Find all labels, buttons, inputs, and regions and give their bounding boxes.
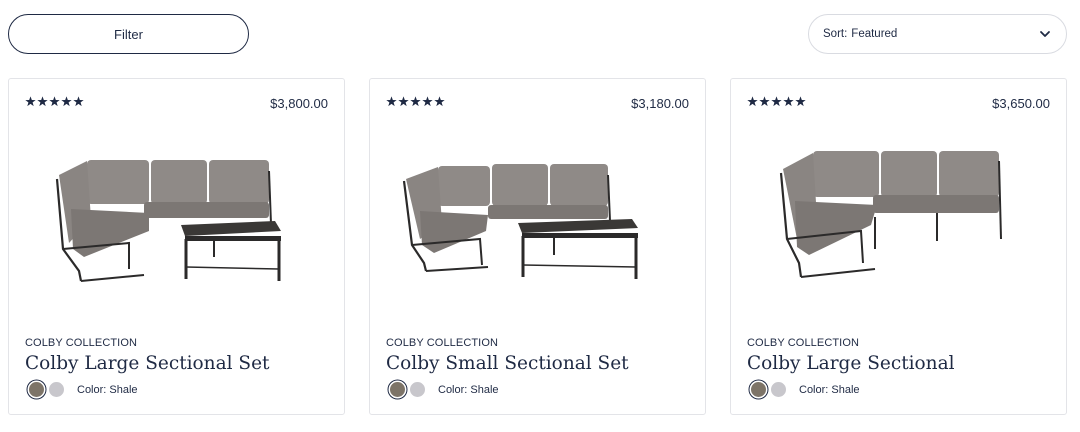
star-icon [25,96,36,107]
product-card[interactable]: $3,180.00 COLBY COLLECTION Colby Small S… [369,78,706,415]
color-swatches: Color: Shale [29,382,138,397]
sort-value: Featured [851,28,898,40]
star-icon [398,96,409,107]
color-label: Color: Shale [77,383,138,396]
color-label: Color: Shale [799,383,860,396]
filter-button[interactable]: Filter [8,14,249,54]
swatch-shale[interactable] [751,382,766,397]
star-icon [771,96,782,107]
product-image[interactable] [390,139,686,289]
collection-name: COLBY COLLECTION [25,337,138,349]
swatch-grey[interactable] [49,382,64,397]
product-image[interactable] [29,139,325,289]
star-icon [795,96,806,107]
star-icon [422,96,433,107]
rating-stars [25,96,84,107]
product-price: $3,650.00 [992,96,1050,111]
color-swatches: Color: Shale [390,382,499,397]
rating-stars [386,96,445,107]
product-card[interactable]: $3,800.00 COLBY COLLECTION Colby Large S… [8,78,345,415]
collection-name: COLBY COLLECTION [386,337,499,349]
swatch-shale[interactable] [390,382,405,397]
star-icon [73,96,84,107]
filter-button-label: Filter [114,26,143,42]
swatch-shale[interactable] [29,382,44,397]
chevron-down-icon [1040,31,1050,37]
star-icon [434,96,445,107]
star-icon [747,96,758,107]
product-price: $3,180.00 [631,96,689,111]
color-swatches: Color: Shale [751,382,860,397]
sort-select[interactable]: Sort: Featured [808,14,1067,54]
product-card[interactable]: $3,650.00 COLBY COLLECTION Colby Large S… [730,78,1067,415]
product-title[interactable]: Colby Large Sectional [747,353,955,374]
star-icon [783,96,794,107]
collection-name: COLBY COLLECTION [747,337,860,349]
product-price: $3,800.00 [270,96,328,111]
product-title[interactable]: Colby Large Sectional Set [25,353,269,374]
star-icon [410,96,421,107]
swatch-grey[interactable] [410,382,425,397]
product-image[interactable] [751,139,1047,289]
star-icon [386,96,397,107]
swatch-grey[interactable] [771,382,786,397]
color-label: Color: Shale [438,383,499,396]
sort-label: Sort: [823,28,848,40]
star-icon [759,96,770,107]
rating-stars [747,96,806,107]
star-icon [61,96,72,107]
star-icon [37,96,48,107]
star-icon [49,96,60,107]
product-title[interactable]: Colby Small Sectional Set [386,353,629,374]
